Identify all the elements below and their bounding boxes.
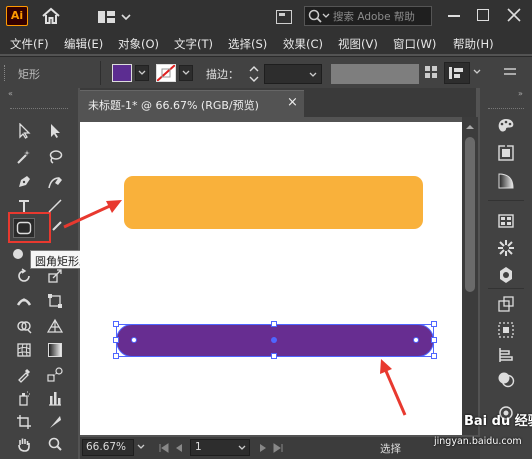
zoom-chevron-down-icon[interactable]	[136, 441, 146, 453]
zoom-value: 66.67%	[86, 441, 127, 453]
transparency-panel-icon[interactable]	[494, 368, 518, 390]
scroll-up-icon[interactable]	[466, 121, 474, 129]
gradient-panel-icon[interactable]	[494, 170, 518, 192]
pathfinder-panel-icon[interactable]	[494, 344, 518, 366]
vertical-scrollbar[interactable]	[462, 117, 478, 435]
artboard-number-select[interactable]: 1	[190, 439, 250, 456]
prev-artboard-icon[interactable]	[174, 442, 184, 454]
watermark: Bai du 经验 jingyan.baidu.com	[434, 406, 532, 454]
status-bar: 66.67% 1 选择	[80, 437, 480, 459]
next-artboard-icon[interactable]	[258, 442, 268, 454]
expand-panels-icon[interactable]: »	[518, 90, 530, 98]
transform-panel-icon[interactable]	[494, 293, 518, 315]
brushes-panel-icon[interactable]	[494, 237, 518, 259]
chevron-down-icon	[238, 445, 246, 450]
align-panel-side-icon[interactable]	[494, 319, 518, 341]
arrow-to-orange-rect	[63, 203, 113, 229]
zoom-select[interactable]: 66.67%	[82, 439, 134, 456]
artboard-number: 1	[195, 441, 202, 453]
arrow-to-purple-rect	[384, 370, 407, 416]
symbols-panel-icon[interactable]	[494, 264, 518, 286]
panels-dock: »	[480, 88, 532, 459]
color-guide-panel-icon[interactable]	[494, 142, 518, 164]
last-artboard-icon[interactable]	[272, 442, 284, 454]
color-panel-icon[interactable]	[494, 115, 518, 137]
first-artboard-icon[interactable]	[158, 442, 170, 454]
annotation-arrows	[63, 200, 407, 416]
status-mode[interactable]: 选择	[380, 441, 401, 456]
swatches-panel-icon[interactable]	[494, 210, 518, 232]
watermark-title: Bai du 经验	[464, 414, 532, 429]
paw-logo-icon	[440, 410, 462, 432]
scroll-thumb[interactable]	[465, 137, 475, 292]
watermark-url: jingyan.baidu.com	[434, 436, 522, 447]
